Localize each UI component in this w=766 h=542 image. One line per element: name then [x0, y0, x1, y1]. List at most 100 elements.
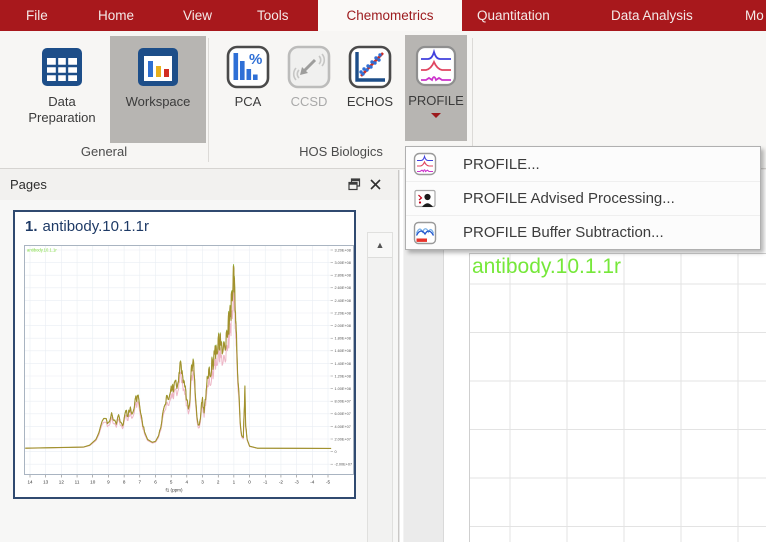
svg-text:f1 (ppm): f1 (ppm): [165, 488, 183, 493]
svg-text:antibody.10.1.1r: antibody.10.1.1r: [27, 248, 57, 253]
tab-tools[interactable]: Tools: [257, 0, 289, 31]
svg-text:13: 13: [43, 480, 49, 485]
svg-text:0: 0: [335, 450, 337, 454]
tab-file[interactable]: File: [26, 0, 48, 31]
pca-button[interactable]: % PCA: [219, 36, 277, 143]
svg-text:4: 4: [186, 480, 189, 485]
svg-text:-2.00E+07: -2.00E+07: [335, 463, 353, 467]
tab-chemometrics-active[interactable]: Chemometrics: [318, 0, 462, 31]
tab-quantitation[interactable]: Quantitation: [477, 0, 550, 31]
tab-view[interactable]: View: [183, 0, 212, 31]
svg-text:2.00E+07: 2.00E+07: [335, 437, 351, 441]
group-label-general: General: [0, 144, 208, 159]
close-panel-icon[interactable]: [369, 178, 382, 191]
svg-text:1.20E+08: 1.20E+08: [335, 374, 351, 378]
profile-dropdown-arrow-icon[interactable]: [431, 113, 441, 118]
menu-item-profile-buffer-subtraction[interactable]: PROFILE Buffer Subtraction...: [406, 215, 760, 249]
ccsd-icon: [286, 44, 332, 90]
menu-item-label: PROFILE...: [463, 156, 540, 173]
echos-icon: [347, 44, 393, 90]
svg-text:6.00E+07: 6.00E+07: [335, 412, 351, 416]
svg-text:1.80E+08: 1.80E+08: [335, 337, 351, 341]
tab-home[interactable]: Home: [98, 0, 134, 31]
workspace-button[interactable]: Workspace: [110, 36, 206, 143]
ccsd-label: CCSD: [280, 94, 338, 110]
buffer-subtraction-icon: [413, 221, 437, 245]
nmr-spectrum-thumbnail: 3.20E+08 3.00E+08 2.80E+08 2.60E+08 2.40E+08…: [24, 245, 354, 495]
svg-text:-1: -1: [263, 480, 268, 485]
advisor-icon: [413, 187, 437, 211]
grid-lines: [470, 254, 766, 542]
svg-text:11: 11: [75, 480, 80, 485]
svg-text:-4: -4: [310, 480, 315, 485]
svg-text:2.40E+08: 2.40E+08: [335, 299, 351, 303]
pages-panel-title: Pages: [10, 170, 47, 200]
svg-text:5: 5: [170, 480, 173, 485]
profile-dropdown-menu: PROFILE... PROFILE Advised Processing...…: [405, 146, 761, 250]
svg-text:1.40E+08: 1.40E+08: [335, 362, 351, 366]
tab-data-analysis[interactable]: Data Analysis: [611, 0, 693, 31]
svg-text:2.80E+08: 2.80E+08: [335, 274, 351, 278]
svg-text:8.00E+07: 8.00E+07: [335, 400, 351, 404]
pages-list: 1. antibody.10.1.1r 3.20E+08 3.00E+08 2.80E…: [0, 200, 398, 542]
menu-item-profile[interactable]: PROFILE...: [406, 147, 760, 181]
ribbon-tab-bar: File Home View Tools Chemometrics Quanti…: [0, 0, 766, 31]
page-number: 1.: [25, 218, 38, 235]
ccsd-button-disabled: CCSD: [280, 36, 338, 143]
svg-text:-2: -2: [279, 480, 284, 485]
svg-text:14: 14: [27, 480, 33, 485]
pages-scrollbar[interactable]: ▲: [367, 232, 393, 542]
data-preparation-label-line1: Data: [16, 94, 108, 110]
svg-text:3.20E+08: 3.20E+08: [335, 248, 351, 252]
echos-label: ECHOS: [340, 94, 400, 110]
profile-button[interactable]: PROFILE: [405, 35, 467, 141]
svg-text:3.00E+08: 3.00E+08: [335, 261, 351, 265]
svg-text:1.60E+08: 1.60E+08: [335, 349, 351, 353]
svg-text:2.00E+08: 2.00E+08: [335, 324, 351, 328]
page-grid: antibody.10.1.1r: [469, 253, 766, 542]
page-name: antibody.10.1.1r: [43, 218, 149, 235]
echos-button[interactable]: ECHOS: [340, 36, 400, 143]
canvas-spectrum-title[interactable]: antibody.10.1.1r: [472, 255, 621, 279]
menu-item-label: PROFILE Advised Processing...: [463, 190, 675, 207]
svg-text:1: 1: [233, 480, 236, 485]
svg-text:2.20E+08: 2.20E+08: [335, 311, 351, 315]
svg-text:0: 0: [248, 480, 251, 485]
svg-text:%: %: [249, 51, 262, 68]
ribbon-group-separator: [208, 38, 209, 162]
application-window: File Home View Tools Chemometrics Quanti…: [0, 0, 766, 542]
svg-text:10: 10: [90, 480, 96, 485]
pages-panel-header: Pages: [0, 170, 398, 200]
pages-panel: Pages 1.antibody.10.1.1r 3.20E: [0, 170, 399, 542]
svg-text:2: 2: [217, 480, 220, 485]
pca-icon: %: [225, 44, 271, 90]
data-preparation-label-line2: Preparation: [16, 110, 108, 126]
float-panel-icon[interactable]: [348, 178, 361, 191]
profile-peaks-icon: [413, 43, 459, 89]
pca-label: PCA: [219, 94, 277, 110]
svg-text:6: 6: [154, 480, 157, 485]
svg-text:-3: -3: [295, 480, 300, 485]
svg-text:-5: -5: [326, 480, 331, 485]
profile-label: PROFILE: [405, 93, 467, 109]
profile-peaks-icon: [413, 152, 437, 176]
svg-text:9: 9: [107, 480, 110, 485]
svg-text:7: 7: [139, 480, 142, 485]
svg-text:3: 3: [201, 480, 204, 485]
scroll-up-button[interactable]: ▲: [368, 233, 392, 258]
data-preparation-button[interactable]: Data Preparation: [16, 36, 108, 143]
data-table-icon: [39, 44, 85, 90]
tab-modeling-clipped[interactable]: Mo: [745, 0, 764, 31]
svg-text:12: 12: [59, 480, 65, 485]
svg-text:1.00E+08: 1.00E+08: [335, 387, 351, 391]
menu-item-label: PROFILE Buffer Subtraction...: [463, 224, 664, 241]
svg-text:4.00E+07: 4.00E+07: [335, 425, 351, 429]
ribbon-group-separator: [472, 38, 473, 162]
page-thumbnail-selected[interactable]: 1. antibody.10.1.1r 3.20E+08 3.00E+08 2.80E…: [13, 210, 356, 499]
menu-item-profile-advised-processing[interactable]: PROFILE Advised Processing...: [406, 181, 760, 215]
svg-text:2.60E+08: 2.60E+08: [335, 286, 351, 290]
svg-text:8: 8: [123, 480, 126, 485]
workspace-label: Workspace: [110, 94, 206, 110]
workspace-chart-icon: [135, 44, 181, 90]
page-thumbnail-title: 1. antibody.10.1.1r: [25, 218, 149, 235]
